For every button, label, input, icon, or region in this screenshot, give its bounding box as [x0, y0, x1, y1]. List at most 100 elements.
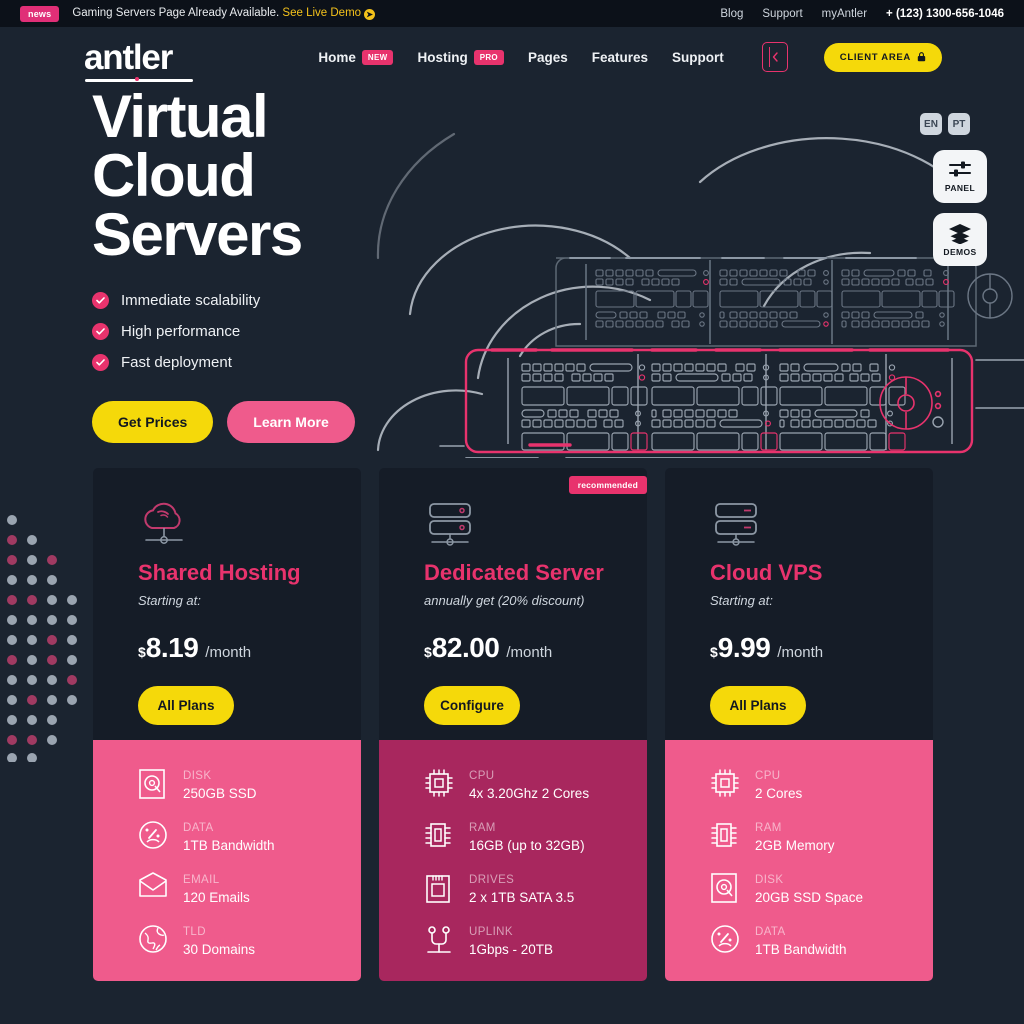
price-currency: $: [424, 644, 432, 660]
check-circle-icon: [92, 354, 109, 372]
dot-grid: [7, 515, 77, 763]
server-rack-icon: [710, 498, 933, 554]
spec-text: EMAIL 120 Emails: [183, 870, 250, 905]
nav-item-home[interactable]: Home NEW: [318, 49, 394, 65]
spec-value: 2 x 1TB SATA 3.5: [469, 890, 575, 905]
price-amount: 8.19: [145, 632, 199, 663]
pricing-card-specs: CPU 2 Cores RAM 2GB Memory DISK 20GB SSD…: [665, 740, 933, 981]
ram-icon: [710, 820, 740, 852]
all-plans-button[interactable]: All Plans: [710, 686, 806, 725]
hero-title-line-2: Cloud: [92, 141, 256, 209]
language-button-pt[interactable]: PT: [948, 113, 970, 135]
get-prices-button[interactable]: Get Prices: [92, 401, 214, 444]
hard-disk-icon: [138, 768, 168, 800]
spec-row: DRIVES 2 x 1TB SATA 3.5: [424, 870, 647, 905]
price-amount: 82.00: [431, 632, 500, 663]
spec-text: RAM 2GB Memory: [755, 818, 835, 853]
topbar-link-blog[interactable]: Blog: [720, 8, 743, 20]
hero-feature-item: Fast deployment: [92, 354, 432, 372]
demos-widget-button[interactable]: DEMOS: [933, 213, 987, 266]
hero-feature-item: Immediate scalability: [92, 292, 432, 310]
configure-button[interactable]: Configure: [424, 686, 520, 725]
learn-more-button[interactable]: Learn More: [227, 401, 355, 444]
chevron-left-icon: [772, 52, 778, 62]
hero-section: Virtual Cloud Servers Immediate scalabil…: [92, 87, 432, 444]
spec-key: DISK: [755, 874, 784, 886]
nav-item-support[interactable]: Support: [672, 50, 724, 65]
spec-row: TLD 30 Domains: [138, 922, 361, 957]
check-circle-icon: [92, 323, 109, 341]
spec-row: RAM 2GB Memory: [710, 818, 933, 853]
spec-value: 2 Cores: [755, 786, 803, 801]
spec-key: RAM: [469, 822, 496, 834]
page-title: Virtual Cloud Servers: [92, 87, 432, 265]
spec-row: CPU 4x 3.20Ghz 2 Cores: [424, 766, 647, 801]
page-root: news Gaming Servers Page Already Availab…: [0, 0, 1024, 1024]
spec-key: DISK: [183, 770, 212, 782]
spec-text: TLD 30 Domains: [183, 922, 255, 957]
hard-disk-icon: [710, 872, 740, 904]
spec-key: RAM: [755, 822, 782, 834]
hero-feature-list: Immediate scalability High performance F…: [92, 292, 432, 372]
topbar-link-support[interactable]: Support: [762, 8, 802, 20]
spec-key: CPU: [469, 770, 495, 782]
sidebar-toggle-button[interactable]: [761, 42, 788, 72]
pricing-card-subtitle: annually get (20% discount): [424, 593, 585, 608]
hero-cta-group: Get Prices Learn More: [92, 401, 432, 444]
spec-text: CPU 4x 3.20Ghz 2 Cores: [469, 766, 589, 801]
lock-icon: [917, 52, 926, 62]
spec-row: UPLINK 1Gbps - 20TB: [424, 922, 647, 957]
announcement-bar: news Gaming Servers Page Already Availab…: [0, 0, 1024, 27]
spec-text: DISK 250GB SSD: [183, 766, 257, 801]
nav-item-pages[interactable]: Pages: [528, 50, 568, 65]
spec-text: DATA 1TB Bandwidth: [755, 922, 847, 957]
gauge-icon: [710, 924, 740, 956]
nav-item-hosting[interactable]: Hosting PRO: [417, 49, 504, 65]
spec-row: CPU 2 Cores: [710, 766, 933, 801]
panel-widget-button[interactable]: PANEL: [933, 150, 987, 203]
spec-key: UPLINK: [469, 926, 513, 938]
language-switcher: EN PT: [920, 113, 970, 135]
spec-value: 1TB Bandwidth: [755, 942, 847, 957]
spec-key: EMAIL: [183, 874, 220, 886]
logo[interactable]: antler: [84, 37, 193, 82]
topbar-link-myantler[interactable]: myAntler: [822, 8, 867, 20]
spec-value: 20GB SSD Space: [755, 890, 864, 905]
news-badge: news: [20, 5, 60, 22]
announcement-message: Gaming Servers Page Already Available. S…: [72, 7, 376, 20]
nav-label-home: Home: [318, 49, 356, 65]
phone-number[interactable]: + (123) 1300-656-1046: [886, 8, 1004, 20]
see-live-demo-link[interactable]: See Live Demo: [282, 7, 361, 19]
pricing-card-header: Cloud VPS Starting at: $ 9.99 /month All…: [665, 468, 933, 740]
main-nav: Home NEW Hosting PRO Pages Features Supp…: [318, 42, 942, 72]
pricing-card-title: Cloud VPS: [710, 560, 823, 585]
pricing-card-header: Shared Hosting Starting at: $ 8.19 /mont…: [93, 468, 361, 740]
topbar-links: Blog Support myAntler + (123) 1300-656-1…: [720, 8, 1004, 20]
spec-key: DATA: [755, 926, 786, 938]
language-button-en[interactable]: EN: [920, 113, 942, 135]
spec-value: 30 Domains: [183, 942, 256, 957]
hero-title-line-3: Servers: [92, 200, 303, 268]
spec-text: UPLINK 1Gbps - 20TB: [469, 922, 553, 957]
pricing-card-cloud-vps: Cloud VPS Starting at: $ 9.99 /month All…: [665, 468, 933, 981]
client-area-button[interactable]: CLIENT AREA: [823, 42, 942, 72]
all-plans-button[interactable]: All Plans: [138, 686, 234, 725]
spec-text: DRIVES 2 x 1TB SATA 3.5: [469, 870, 574, 905]
pricing-card-specs: CPU 4x 3.20Ghz 2 Cores RAM 16GB (up to 3…: [379, 740, 647, 981]
hero-feature-item: High performance: [92, 323, 432, 341]
spec-text: RAM 16GB (up to 32GB): [469, 818, 585, 853]
nav-item-features[interactable]: Features: [592, 50, 648, 65]
spec-row: RAM 16GB (up to 32GB): [424, 818, 647, 853]
spec-text: DATA 1TB Bandwidth: [183, 818, 275, 853]
logo-text: antler: [84, 37, 173, 77]
cpu-icon: [710, 768, 740, 800]
globe-icon: [138, 924, 168, 956]
panel-widget-label: PANEL: [944, 183, 976, 193]
pricing-card-specs: DISK 250GB SSD DATA 1TB Bandwidth EMAIL …: [93, 740, 361, 981]
pricing-card-price: $ 9.99 /month: [710, 632, 933, 664]
dot-pattern-decoration: [2, 512, 82, 763]
spec-row: DATA 1TB Bandwidth: [138, 818, 361, 853]
spec-row: DISK 250GB SSD: [138, 766, 361, 801]
price-currency: $: [138, 644, 146, 660]
spec-key: DATA: [183, 822, 214, 834]
